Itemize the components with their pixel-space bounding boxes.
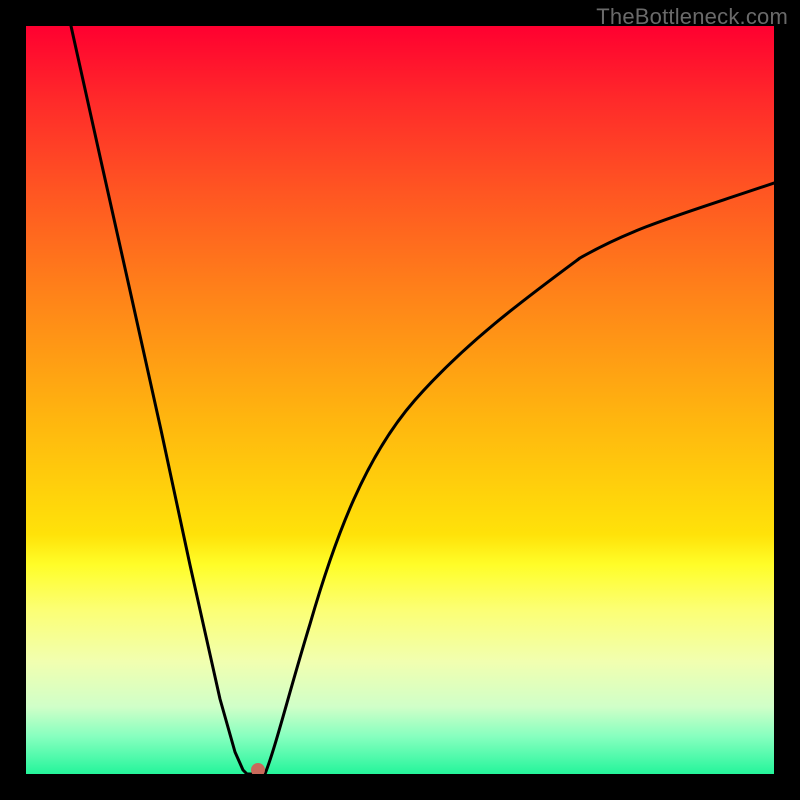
- bottleneck-curve: [26, 26, 774, 774]
- curve-left-branch: [71, 26, 247, 774]
- chart-frame: TheBottleneck.com: [0, 0, 800, 800]
- curve-right-branch: [265, 183, 774, 774]
- watermark-text: TheBottleneck.com: [596, 4, 788, 30]
- plot-area: [26, 26, 774, 774]
- min-point-marker: [251, 763, 265, 774]
